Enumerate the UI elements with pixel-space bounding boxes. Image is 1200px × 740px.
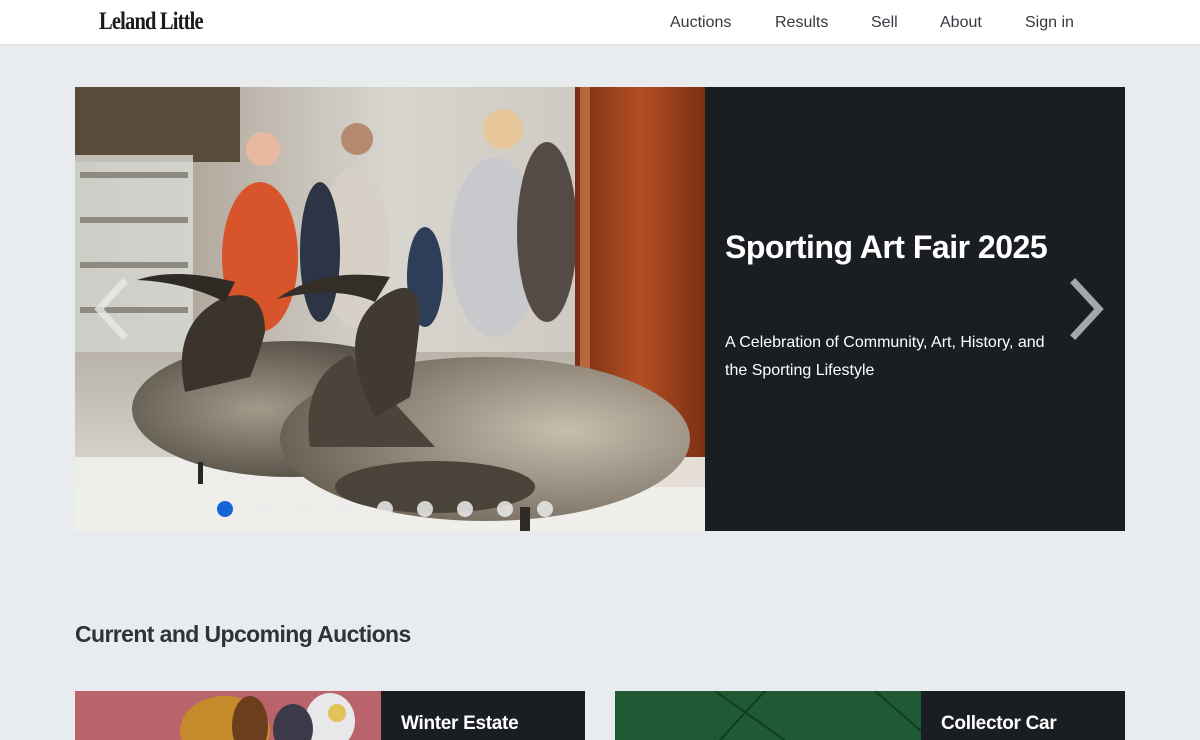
chevron-left-icon: [94, 278, 128, 340]
auction-card[interactable]: Winter Estate: [75, 691, 585, 740]
auction-card-title[interactable]: Winter Estate: [401, 713, 519, 735]
auction-card-image[interactable]: [615, 691, 921, 740]
carousel-dot-8[interactable]: [497, 501, 513, 517]
carousel-dot-4[interactable]: [337, 501, 353, 517]
carousel-dot-5[interactable]: [377, 501, 393, 517]
nav-about[interactable]: About: [940, 0, 982, 45]
auction-card[interactable]: Collector Car: [615, 691, 1125, 740]
carousel-dot-6[interactable]: [417, 501, 433, 517]
nav-sell[interactable]: Sell: [871, 0, 898, 45]
hero-text-panel: Sporting Art Fair 2025 A Celebration of …: [705, 87, 1125, 531]
auction-card-title[interactable]: Collector Car: [941, 713, 1057, 735]
carousel-dot-1[interactable]: [217, 501, 233, 517]
carousel-dot-3[interactable]: [297, 501, 313, 517]
auction-card-body: Collector Car: [921, 691, 1125, 740]
carousel-prev-button[interactable]: [91, 277, 135, 341]
chevron-right-icon: [1070, 278, 1104, 340]
nav-auctions[interactable]: Auctions: [670, 0, 731, 45]
decoy-photo-illustration: [75, 87, 705, 531]
section-heading: Current and Upcoming Auctions: [75, 621, 411, 647]
hero-image[interactable]: [75, 87, 705, 531]
auction-card-body: Winter Estate: [381, 691, 585, 740]
carousel-dot-2[interactable]: [257, 501, 273, 517]
hero-carousel: Sporting Art Fair 2025 A Celebration of …: [75, 87, 1125, 531]
hero-title[interactable]: Sporting Art Fair 2025: [725, 229, 1048, 266]
carousel-next-button[interactable]: [1063, 277, 1107, 341]
carousel-dot-7[interactable]: [457, 501, 473, 517]
nav-sign-in[interactable]: Sign in: [1025, 0, 1074, 45]
hero-subtitle: A Celebration of Community, Art, History…: [725, 334, 1045, 379]
site-header: Leland Little Auctions Results Sell Abou…: [0, 0, 1200, 45]
auction-card-image[interactable]: [75, 691, 381, 740]
carousel-dot-9[interactable]: [537, 501, 553, 517]
nav-results[interactable]: Results: [775, 0, 828, 45]
site-logo[interactable]: Leland Little: [99, 8, 204, 36]
